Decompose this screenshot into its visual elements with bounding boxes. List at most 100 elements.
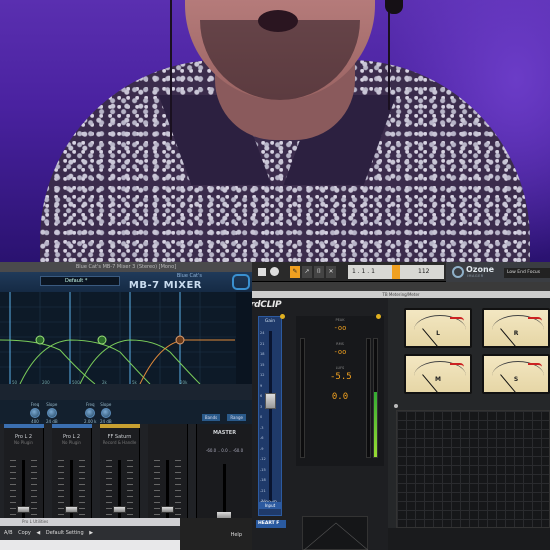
range-button[interactable]: Range: [227, 414, 246, 421]
headphone-cup: [385, 0, 403, 14]
split-tool-icon[interactable]: ⌷: [314, 266, 324, 278]
headset-cable-left: [170, 0, 182, 140]
vu-red-zone: [450, 363, 464, 367]
knob-label: Freq: [85, 402, 95, 407]
ozone-header: Ozone IMAGER Low End Focus: [446, 262, 550, 282]
gain-fader[interactable]: [265, 393, 276, 409]
tempo-value[interactable]: 112: [418, 265, 429, 279]
level-meter: [366, 338, 371, 458]
ozone-imager: L R M S: [388, 298, 550, 550]
position-display[interactable]: 1 . 1 . 1 112: [348, 265, 444, 279]
utilities-window: Pro L Utilities A/B Copy ◀ Default Setti…: [0, 518, 180, 550]
preset-selector[interactable]: Default *: [40, 276, 120, 286]
knob-icon[interactable]: [46, 408, 57, 418]
ozone-logo-icon: [452, 266, 464, 278]
ab-button[interactable]: A/B: [4, 530, 13, 536]
vu-meter-l: L: [404, 308, 472, 348]
strip-color: [4, 424, 44, 428]
ozone-module: IMAGER: [467, 274, 484, 278]
ozone-bottom-strip: [388, 528, 550, 550]
readout-label: PEAK: [335, 318, 345, 322]
fader-handle[interactable]: [17, 506, 30, 513]
vu-channel-label: R: [513, 330, 519, 337]
freq-label: 500: [72, 380, 80, 385]
gain-scale-label: 21: [260, 341, 265, 346]
preset-name[interactable]: Default Setting: [46, 530, 84, 536]
strip-color: [52, 424, 92, 428]
readout-label: RMS: [336, 342, 344, 346]
slope-knob-2[interactable]: Slope 24 dB: [100, 402, 112, 424]
mixer-topbar: Default * Blue Cat's MB-7 MIXER: [0, 272, 252, 292]
screen: Blue Cat's MB-7 Mixer 3 (Stereo) [Mono] …: [0, 0, 550, 550]
fader-handle[interactable]: [113, 506, 126, 513]
pointer-tool-icon[interactable]: ✎: [290, 266, 300, 278]
webcam-feed: [0, 0, 550, 262]
plugin-name: MB-7 MIXER: [128, 280, 202, 291]
pencil-tool-icon[interactable]: ↗: [302, 266, 312, 278]
bands-button[interactable]: Bands: [201, 414, 221, 421]
vu-meter-s: S: [482, 354, 550, 394]
settings-dot-icon[interactable]: [394, 404, 398, 408]
transfer-curve-graph: [303, 522, 369, 550]
headset-cable-right: [378, 0, 390, 110]
spectrum-display[interactable]: [396, 410, 550, 528]
help-button[interactable]: Help: [231, 532, 242, 538]
knob-icon[interactable]: [30, 408, 40, 418]
gain-label: Gain: [264, 319, 276, 324]
meter-fill: [374, 392, 377, 457]
prev-preset-icon[interactable]: ◀: [36, 530, 40, 536]
lufs-readout: -5.5: [330, 372, 352, 382]
gain-scale-label: -21: [260, 488, 266, 493]
gain-track: [269, 331, 272, 501]
next-preset-icon[interactable]: ▶: [89, 530, 93, 536]
clip-plugin-name: StandardCLIP: [252, 300, 282, 310]
readout-label: LUFS: [335, 366, 345, 370]
level-meter: [300, 338, 305, 458]
strip-plugin[interactable]: No Plugin: [4, 440, 43, 445]
gain-scale-label: -9: [260, 446, 264, 451]
knob-icon[interactable]: [85, 408, 96, 418]
mouth: [258, 10, 298, 32]
gain-scale-label: -15: [260, 467, 266, 472]
vu-red-zone: [528, 363, 542, 367]
peak-readout: -oo: [333, 324, 347, 332]
gain-scale-label: 9: [260, 383, 263, 388]
gain-scale-label: -6: [260, 436, 264, 440]
freq-label: 200: [42, 380, 50, 385]
clip-readout: 0.0: [331, 392, 349, 402]
fader-handle[interactable]: [161, 506, 174, 513]
copy-button[interactable]: Copy: [18, 530, 31, 536]
gain-scale: 24 21 18 15 12 9 6 3 0 -3 -6 -9 -12 -15 -18 -21 -24: [259, 331, 267, 503]
mb7-mixer-window: Blue Cat's MB-7 Mixer 3 (Stereo) [Mono] …: [0, 262, 252, 550]
erase-tool-icon[interactable]: ✕: [326, 266, 336, 278]
standardclip-plugin: StandardCLIP Gain 24 21 18 15 12 9 6 3 0 -3 -6 -9 -1…: [252, 298, 388, 550]
freq-knob-2[interactable]: Freq 2.00 k: [84, 402, 97, 424]
knob-icon[interactable]: [100, 408, 111, 418]
freq-label: 2k: [102, 380, 107, 385]
strip-color: [100, 424, 140, 428]
strip-plugin[interactable]: Record & Handle: [100, 440, 139, 445]
stop-icon[interactable]: [258, 268, 266, 276]
vu-meter-m: M: [404, 354, 472, 394]
utilities-title: Pro L Utilities: [0, 518, 180, 526]
strip-plugin[interactable]: No Plugin: [52, 440, 91, 445]
master-values: -60.0 .. 0.0 .. -60.0: [205, 448, 244, 453]
ozone-preset[interactable]: Low End Focus: [504, 268, 550, 278]
gain-scale-label: 0: [260, 415, 263, 419]
ozone-name: Ozone: [466, 265, 495, 274]
mode-buttons: Bands Range: [200, 404, 246, 423]
clip-meter-section: PEAK -oo RMS -oo LUFS -5.5 0.0: [280, 314, 384, 466]
master-label: MASTER: [212, 430, 237, 436]
daw-ruler: [252, 282, 550, 291]
loop-icon[interactable]: [392, 265, 400, 279]
record-icon[interactable]: [270, 267, 279, 276]
vu-channel-label: S: [513, 376, 519, 383]
plugin-window-title: TB Metering/Meter: [252, 291, 550, 298]
fader-handle[interactable]: [65, 506, 78, 513]
freq-knob-1[interactable]: Freq 400: [30, 402, 40, 424]
gain-scale-label: 3: [260, 404, 263, 409]
crossover-graph[interactable]: [0, 292, 252, 384]
bluecat-logo-icon: [232, 274, 250, 290]
slope-knob-1[interactable]: Slope 24 dB: [46, 402, 58, 424]
input-button[interactable]: Input: [258, 502, 282, 509]
